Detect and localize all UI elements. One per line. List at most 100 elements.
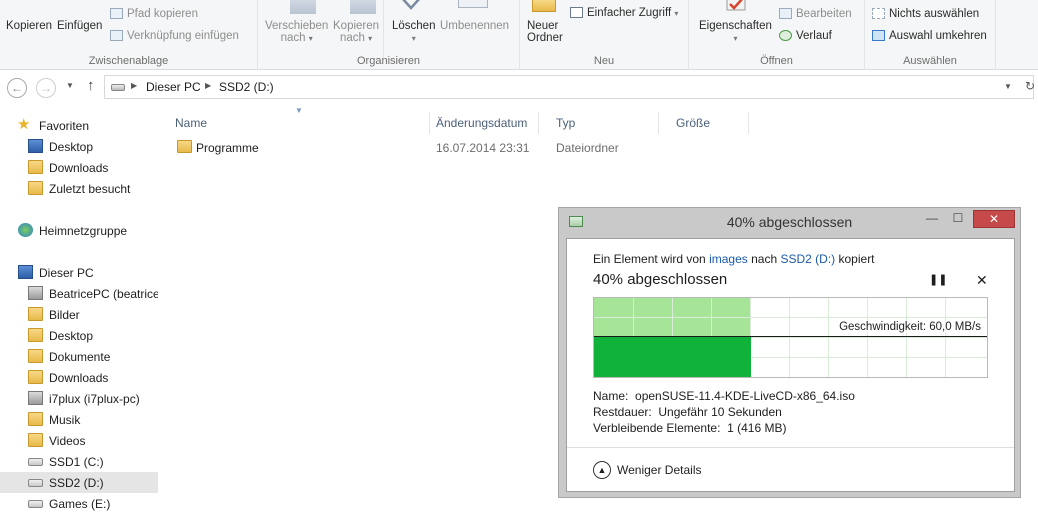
name-value: openSUSE-11.4-KDE-LiveCD-x86_64.iso bbox=[635, 389, 855, 403]
clipboard-group: Kopieren Einfügen Pfad kopieren Verknüpf… bbox=[0, 0, 258, 70]
music-folder-icon bbox=[28, 412, 43, 426]
properties-icon bbox=[726, 0, 746, 11]
nav-item-desktop-fav[interactable]: Desktop bbox=[0, 136, 158, 157]
select-none-icon bbox=[872, 8, 885, 19]
nav-item-recent[interactable]: Zuletzt besucht bbox=[0, 178, 158, 199]
select-none-label: Nichts auswählen bbox=[889, 8, 980, 20]
pause-icon: ❚❚ bbox=[929, 274, 948, 286]
status-line: Ein Element wird von images nach SSD2 (D… bbox=[593, 252, 875, 266]
easy-access-button[interactable]: Einfacher Zugriff ▾ bbox=[570, 7, 678, 19]
paste-shortcut-button[interactable]: Verknüpfung einfügen bbox=[110, 30, 239, 42]
cancel-button[interactable]: ✕ bbox=[976, 272, 988, 289]
nav-item-music[interactable]: Musik bbox=[0, 409, 158, 430]
status-middle: nach bbox=[751, 252, 778, 266]
delete-button[interactable]: Löschen ▾ bbox=[392, 20, 435, 44]
select-group: Nichts auswählen Auswahl umkehren Auswäh… bbox=[865, 0, 996, 70]
delete-icon bbox=[402, 0, 420, 10]
copy-progress-dialog: 40% abgeschlossen — ☐ ✕ Ein Element wird… bbox=[558, 207, 1021, 498]
recent-locations-chevron-icon[interactable]: ▼ bbox=[66, 81, 74, 90]
speed-fill bbox=[594, 337, 751, 377]
new-folder-label-2: Ordner bbox=[527, 32, 563, 44]
nav-item-i7plux[interactable]: i7plux (i7plux-pc) bbox=[0, 388, 158, 409]
nav-item-label: Desktop bbox=[49, 329, 94, 343]
history-icon bbox=[779, 30, 792, 41]
nav-item-ssd1[interactable]: SSD1 (C:) bbox=[0, 451, 158, 472]
rename-icon bbox=[458, 0, 488, 8]
properties-button[interactable]: Eigenschaften ▾ bbox=[699, 20, 772, 44]
invert-selection-icon bbox=[872, 30, 885, 41]
nav-item-pictures[interactable]: Bilder bbox=[0, 304, 158, 325]
nav-item-desktop[interactable]: Desktop bbox=[0, 325, 158, 346]
invert-selection-button[interactable]: Auswahl umkehren bbox=[872, 30, 987, 42]
remaining-time-line: Restdauer: Ungefähr 10 Sekunden bbox=[593, 405, 782, 419]
nav-item-documents[interactable]: Dokumente bbox=[0, 346, 158, 367]
downloads-folder-icon bbox=[28, 160, 43, 174]
forward-arrow-icon: → bbox=[40, 81, 52, 95]
history-button[interactable]: Verlauf bbox=[779, 30, 832, 42]
select-none-button[interactable]: Nichts auswählen bbox=[872, 8, 979, 20]
copy-to-button[interactable]: Kopieren nach ▾ bbox=[333, 20, 379, 44]
breadcrumb-ssd2[interactable]: SSD2 (D:) bbox=[219, 80, 274, 94]
new-group: Neuer Ordner Einfacher Zugriff ▾ Neu bbox=[520, 0, 689, 70]
close-icon: ✕ bbox=[988, 212, 1000, 226]
source-link[interactable]: images bbox=[709, 252, 748, 266]
copy-path-button[interactable]: Pfad kopieren bbox=[110, 8, 198, 20]
column-header-name[interactable]: ▼ Name bbox=[158, 106, 430, 134]
column-header-type[interactable]: Typ bbox=[539, 112, 659, 134]
breadcrumb-separator-icon[interactable]: ▶ bbox=[131, 81, 137, 90]
column-header-date[interactable]: Änderungsdatum bbox=[419, 112, 539, 134]
back-arrow-icon: ← bbox=[11, 81, 23, 95]
column-header-label: Änderungsdatum bbox=[436, 116, 528, 130]
properties-chevron-icon: ▾ bbox=[733, 34, 738, 43]
edit-button[interactable]: Bearbeiten bbox=[779, 8, 852, 20]
copy-path-icon bbox=[110, 8, 123, 19]
new-folder-label: Neuer bbox=[527, 20, 559, 32]
file-date: 16.07.2014 23:31 bbox=[436, 141, 530, 155]
minimize-icon: — bbox=[926, 211, 938, 225]
history-label: Verlauf bbox=[796, 30, 832, 42]
nav-this-pc[interactable]: Dieser PC bbox=[0, 262, 158, 283]
nav-item-downloads-fav[interactable]: Downloads bbox=[0, 157, 158, 178]
file-row[interactable]: Programme 16.07.2014 23:31 Dateiordner bbox=[175, 138, 775, 158]
refresh-icon[interactable]: ↻ bbox=[1025, 79, 1035, 93]
rename-button[interactable]: Umbenennen bbox=[440, 20, 509, 32]
dialog-title-bar[interactable]: 40% abgeschlossen — ☐ ✕ bbox=[559, 208, 1020, 236]
forward-button[interactable]: → bbox=[36, 78, 56, 98]
speed-line bbox=[594, 336, 987, 337]
move-to-button[interactable]: Verschieben nach ▾ bbox=[265, 20, 328, 44]
file-name-line: Name: openSUSE-11.4-KDE-LiveCD-x86_64.is… bbox=[593, 389, 855, 403]
target-link[interactable]: SSD2 (D:) bbox=[780, 252, 835, 266]
nav-item-ssd2[interactable]: SSD2 (D:) bbox=[0, 472, 158, 493]
edit-icon bbox=[779, 8, 792, 19]
copy-path-label: Pfad kopieren bbox=[127, 8, 198, 20]
address-dropdown-chevron-icon[interactable]: ▼ bbox=[1004, 82, 1012, 91]
back-button[interactable]: ← bbox=[7, 78, 27, 98]
nav-favorites[interactable]: ★ Favoriten bbox=[0, 115, 158, 136]
minimize-button[interactable]: — bbox=[919, 210, 945, 228]
new-folder-icon bbox=[532, 0, 556, 12]
copy-button[interactable]: Kopieren bbox=[6, 20, 52, 32]
breadcrumb-this-pc[interactable]: Dieser PC bbox=[146, 80, 201, 94]
nav-item-beatricepc[interactable]: BeatricePC (beatrice bbox=[0, 283, 158, 304]
column-header-size[interactable]: Größe bbox=[659, 112, 749, 134]
computer-icon bbox=[18, 265, 33, 279]
easy-access-label: Einfacher Zugriff bbox=[587, 7, 672, 19]
open-group-label: Öffnen bbox=[760, 55, 793, 67]
paste-button[interactable]: Einfügen bbox=[57, 20, 102, 32]
breadcrumb-separator-icon[interactable]: ▶ bbox=[205, 81, 211, 90]
nav-item-label: Videos bbox=[49, 434, 86, 448]
up-arrow-icon[interactable]: ↑ bbox=[87, 77, 95, 94]
pause-button[interactable]: ❚❚ bbox=[929, 273, 947, 286]
nav-item-games[interactable]: Games (E:) bbox=[0, 493, 158, 514]
edit-label: Bearbeiten bbox=[796, 8, 852, 20]
homegroup-icon bbox=[18, 223, 33, 237]
close-button[interactable]: ✕ bbox=[973, 210, 1015, 228]
nav-homegroup[interactable]: Heimnetzgruppe bbox=[0, 220, 158, 241]
new-folder-button[interactable]: Neuer Ordner bbox=[527, 20, 563, 44]
nav-item-downloads[interactable]: Downloads bbox=[0, 367, 158, 388]
nav-favorites-label: Favoriten bbox=[39, 119, 90, 133]
percent-complete: 40% abgeschlossen bbox=[593, 271, 728, 288]
address-box[interactable]: ▶ Dieser PC ▶ SSD2 (D:) ▼ ↻ bbox=[104, 75, 1035, 99]
nav-item-videos[interactable]: Videos bbox=[0, 430, 158, 451]
maximize-button[interactable]: ☐ bbox=[945, 210, 971, 228]
